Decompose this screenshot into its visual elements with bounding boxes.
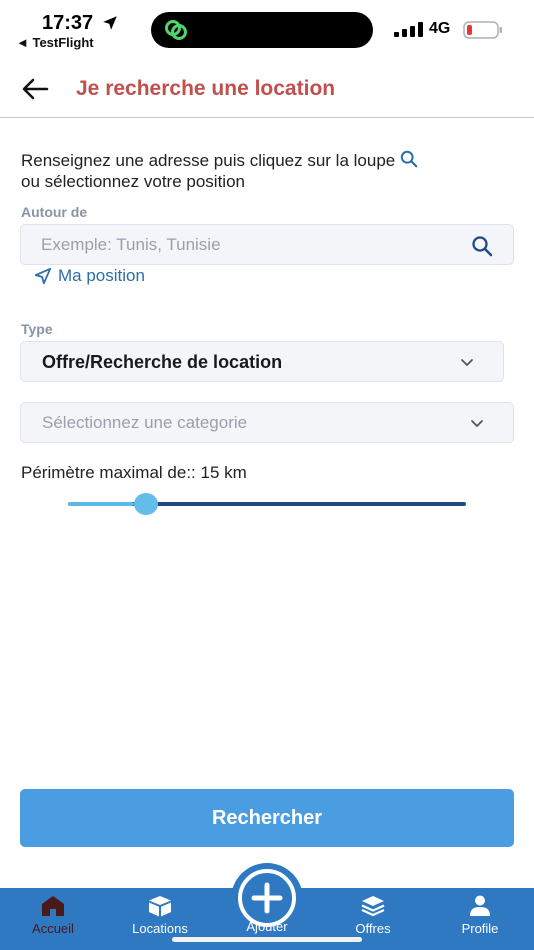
app-header: Je recherche une location bbox=[0, 60, 534, 118]
status-time: 17:37 bbox=[42, 12, 94, 34]
home-indicator[interactable] bbox=[172, 937, 362, 942]
nav-label-profile: Profile bbox=[461, 921, 499, 936]
address-label: Autour de bbox=[21, 204, 88, 220]
instructions-text: Renseignez une adresse puis cliquez sur … bbox=[21, 150, 521, 192]
home-icon bbox=[42, 896, 64, 916]
nav-label-accueil: Accueil bbox=[32, 921, 74, 936]
link-activity-icon bbox=[165, 20, 187, 40]
location-arrow-icon bbox=[103, 16, 117, 30]
search-icon[interactable] bbox=[471, 235, 493, 257]
box-icon bbox=[149, 896, 171, 917]
type-selected-value: Offre/Recherche de location bbox=[42, 352, 283, 372]
user-icon bbox=[470, 895, 490, 916]
search-icon bbox=[400, 150, 418, 168]
perimeter-slider[interactable] bbox=[68, 492, 466, 516]
battery-low-icon bbox=[463, 21, 502, 39]
status-bar: 17:37 ◄ TestFlight 4G bbox=[0, 0, 534, 56]
back-arrow-icon[interactable] bbox=[20, 76, 50, 102]
instructions-line-1: Renseignez une adresse puis cliquez sur … bbox=[21, 151, 396, 170]
slider-fill bbox=[68, 502, 134, 506]
nav-label-ajouter: Ajouter bbox=[246, 919, 288, 934]
address-input[interactable] bbox=[41, 225, 461, 264]
back-to-testflight[interactable]: ◄ TestFlight bbox=[16, 35, 94, 50]
slider-thumb[interactable] bbox=[133, 493, 158, 515]
instructions-line-2: ou sélectionnez votre position bbox=[21, 172, 245, 191]
type-select[interactable]: Offre/Recherche de location bbox=[20, 341, 504, 382]
type-label: Type bbox=[21, 321, 53, 337]
nav-item-profile[interactable]: Profile bbox=[435, 888, 525, 950]
category-placeholder: Sélectionnez une categorie bbox=[42, 413, 248, 432]
layers-icon bbox=[361, 896, 385, 917]
nav-label-offres: Offres bbox=[355, 921, 391, 936]
search-button[interactable]: Rechercher bbox=[20, 789, 514, 847]
network-type: 4G bbox=[429, 20, 451, 37]
chevron-down-icon bbox=[461, 359, 473, 366]
my-position-link[interactable]: Ma position bbox=[34, 265, 145, 287]
perimeter-label: Périmètre maximal de:: 15 km bbox=[21, 463, 247, 482]
chevron-down-icon bbox=[471, 420, 483, 427]
nav-item-accueil[interactable]: Accueil bbox=[8, 888, 98, 950]
category-select[interactable]: Sélectionnez une categorie bbox=[20, 402, 514, 443]
signal-icon bbox=[394, 22, 423, 37]
address-field bbox=[20, 224, 514, 265]
dynamic-island bbox=[151, 12, 373, 48]
my-position-label: Ma position bbox=[58, 266, 145, 285]
nav-label-locations: Locations bbox=[132, 921, 188, 936]
page-title: Je recherche une location bbox=[76, 77, 336, 100]
navigation-arrow-icon bbox=[34, 267, 52, 285]
